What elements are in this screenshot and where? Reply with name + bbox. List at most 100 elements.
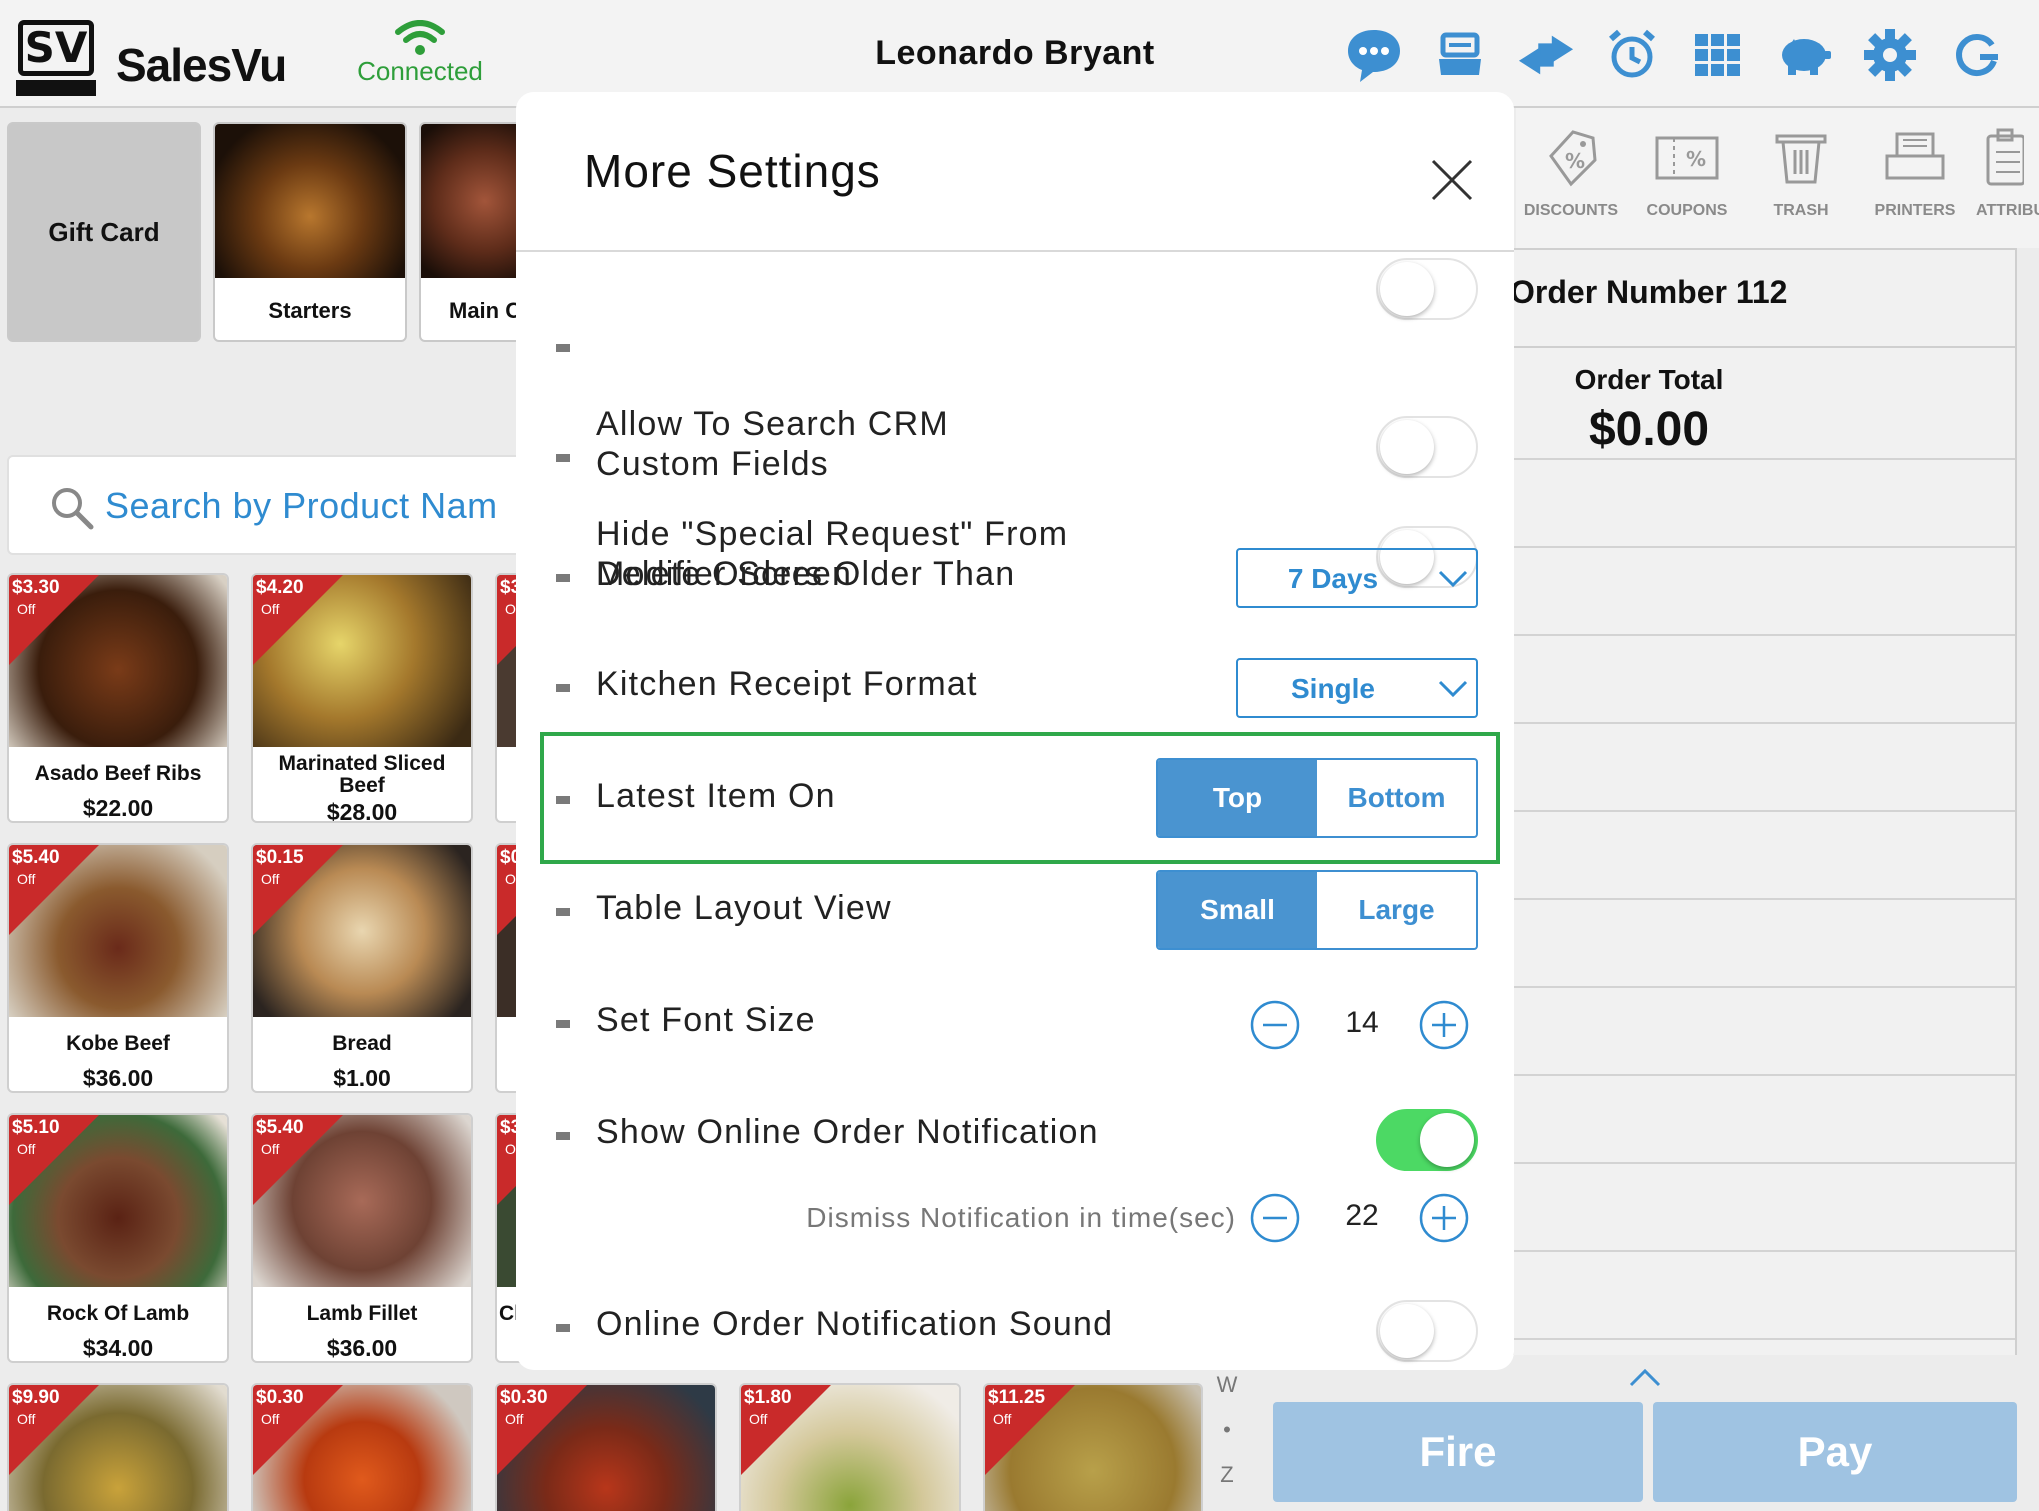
category-photo — [215, 124, 405, 278]
pay-button[interactable]: Pay — [1653, 1402, 2017, 1502]
clipboard-icon — [1986, 128, 2024, 186]
discounts-button[interactable]: % DISCOUNTS — [1516, 128, 1626, 220]
category-label: Main C — [449, 298, 522, 323]
font-size-label: Set Font Size — [596, 1001, 816, 1039]
latest-item-segmented[interactable]: Top Bottom — [1156, 758, 1478, 838]
piggy-bank-icon[interactable] — [1775, 24, 1833, 86]
discount-tag-icon: % — [1549, 130, 1597, 187]
bullet — [556, 1132, 570, 1140]
bullet — [556, 796, 570, 804]
bullet — [556, 1324, 570, 1332]
product-card[interactable]: $3.30 Off Asado Beef Ribs $22.00 — [7, 573, 229, 823]
trash-button[interactable]: TRASH — [1746, 128, 1856, 220]
order-total-label: Order Total — [1574, 364, 1724, 395]
product-card[interactable]: $9.90 Off — [7, 1383, 229, 1511]
notification-sound-label: Online Order Notification Sound — [596, 1305, 1114, 1343]
search-placeholder: Search by Product Nam — [105, 485, 498, 526]
dismiss-minus-icon[interactable] — [1250, 1193, 1300, 1243]
category-starters[interactable]: Starters — [213, 122, 407, 342]
fire-button[interactable]: Fire — [1273, 1402, 1643, 1502]
product-card[interactable]: $0.30 Off — [251, 1383, 473, 1511]
tool-bar: % DISCOUNTS % COUPONS TRASH PRINTERS ATT… — [1516, 108, 2039, 248]
attributes-button[interactable]: ATTRIBU — [1976, 128, 2039, 220]
table-layout-small-option[interactable]: Small — [1158, 872, 1317, 948]
bullet — [556, 908, 570, 916]
table-layout-segmented[interactable]: Small Large — [1156, 870, 1478, 950]
product-name: Bread — [332, 1032, 392, 1055]
search-crm-toggle[interactable] — [1376, 416, 1478, 478]
dismiss-plus-icon[interactable] — [1419, 1193, 1469, 1243]
modal-title: More Settings — [584, 145, 881, 197]
product-price: $36.00 — [82, 1065, 154, 1091]
product-price: $1.00 — [333, 1065, 391, 1091]
product-name: Rock Of Lamb — [46, 1302, 190, 1325]
online-notification-label: Show Online Order Notification — [596, 1113, 1099, 1151]
dismiss-value: 22 — [1345, 1199, 1379, 1232]
category-main[interactable]: Main C — [419, 122, 529, 342]
latest-item-bottom-option[interactable]: Bottom — [1317, 760, 1476, 836]
printers-button[interactable]: PRINTERS — [1860, 128, 1970, 220]
connection-label: Connected — [357, 56, 483, 86]
bullet — [556, 574, 570, 582]
product-card[interactable]: $11.25 Off — [983, 1383, 1203, 1511]
product-card[interactable]: $1.80 Off — [739, 1383, 961, 1511]
font-size-minus-icon[interactable] — [1250, 1000, 1300, 1050]
delete-orders-dropdown[interactable]: 7 Days — [1236, 548, 1478, 608]
order-number: Order Number 112 — [1510, 250, 2015, 348]
category-label: Starters — [268, 298, 352, 323]
table-layout-label: Table Layout View — [596, 889, 892, 927]
product-card[interactable]: $0.30 Off — [495, 1383, 717, 1511]
printer-icon — [1885, 132, 1945, 180]
product-card[interactable]: $0.15 Off Bread $1.00 — [251, 843, 473, 1093]
delete-orders-label: Delete Orders Older Than — [596, 555, 1016, 593]
alarm-icon[interactable] — [1603, 24, 1661, 86]
product-price: $28.00 — [326, 799, 398, 823]
logo-text: SV — [18, 20, 94, 76]
chat-icon[interactable] — [1345, 24, 1403, 86]
product-name: Lamb Fillet — [306, 1302, 418, 1325]
trash-icon — [1775, 134, 1827, 184]
product-name: Asado Beef Ribs — [34, 762, 202, 785]
close-icon[interactable] — [1430, 158, 1474, 202]
product-search[interactable]: Search by Product Nam — [7, 455, 527, 555]
register-icon[interactable] — [1431, 24, 1489, 86]
grid-icon[interactable] — [1689, 24, 1747, 86]
online-notification-toggle[interactable] — [1376, 1109, 1478, 1171]
chevron-down-icon — [1438, 680, 1468, 698]
latest-item-label: Latest Item On — [596, 777, 836, 815]
salesvu-logo: SV — [16, 20, 96, 96]
product-card[interactable]: $5.10 Off Rock Of Lamb $34.00 — [7, 1113, 229, 1363]
coupons-button[interactable]: % COUPONS — [1632, 128, 1742, 220]
refresh-icon[interactable] — [1947, 24, 2005, 86]
transfer-icon[interactable] — [1517, 24, 1575, 86]
font-size-plus-icon[interactable] — [1419, 1000, 1469, 1050]
svg-text:%: % — [1565, 149, 1585, 173]
setting-label: Allow To Search CRM Custom Fields — [596, 405, 949, 483]
kitchen-receipt-dropdown[interactable]: Single — [1236, 658, 1478, 718]
category-gift-card[interactable]: Gift Card — [7, 122, 201, 342]
modal-header: More Settings — [516, 92, 1514, 252]
chevron-up-icon[interactable] — [1628, 1368, 1662, 1388]
product-price: $22.00 — [82, 795, 154, 821]
bullet — [556, 684, 570, 692]
notification-sound-toggle[interactable] — [1376, 1300, 1478, 1362]
kitchen-receipt-label: Kitchen Receipt Format — [596, 665, 978, 703]
table-layout-large-option[interactable]: Large — [1317, 872, 1476, 948]
product-card[interactable]: $5.40 Off Lamb Fillet $36.00 — [251, 1113, 473, 1363]
alphabet-index[interactable]: W • Z — [1214, 1362, 1240, 1497]
cutoff-toggle[interactable] — [1376, 258, 1478, 320]
category-label: Gift Card — [48, 216, 160, 247]
product-price: $34.00 — [82, 1335, 154, 1361]
current-user-name[interactable]: Leonardo Bryant — [800, 34, 1230, 73]
connection-status: Connected — [350, 20, 490, 87]
coupon-icon: % — [1655, 136, 1719, 180]
bullet — [556, 1020, 570, 1028]
product-card[interactable]: $5.40 Off Kobe Beef $36.00 — [7, 843, 229, 1093]
gear-icon[interactable] — [1861, 24, 1919, 86]
wifi-icon — [395, 20, 445, 55]
order-panel: Order Number 112 Order Total $0.00 — [1510, 248, 2017, 1355]
product-price: $36.00 — [326, 1335, 398, 1361]
product-card[interactable]: $4.20 Off Marinated Sliced Beef $28.00 — [251, 573, 473, 823]
latest-item-top-option[interactable]: Top — [1158, 760, 1317, 836]
order-total-value: $0.00 — [1588, 403, 1710, 456]
